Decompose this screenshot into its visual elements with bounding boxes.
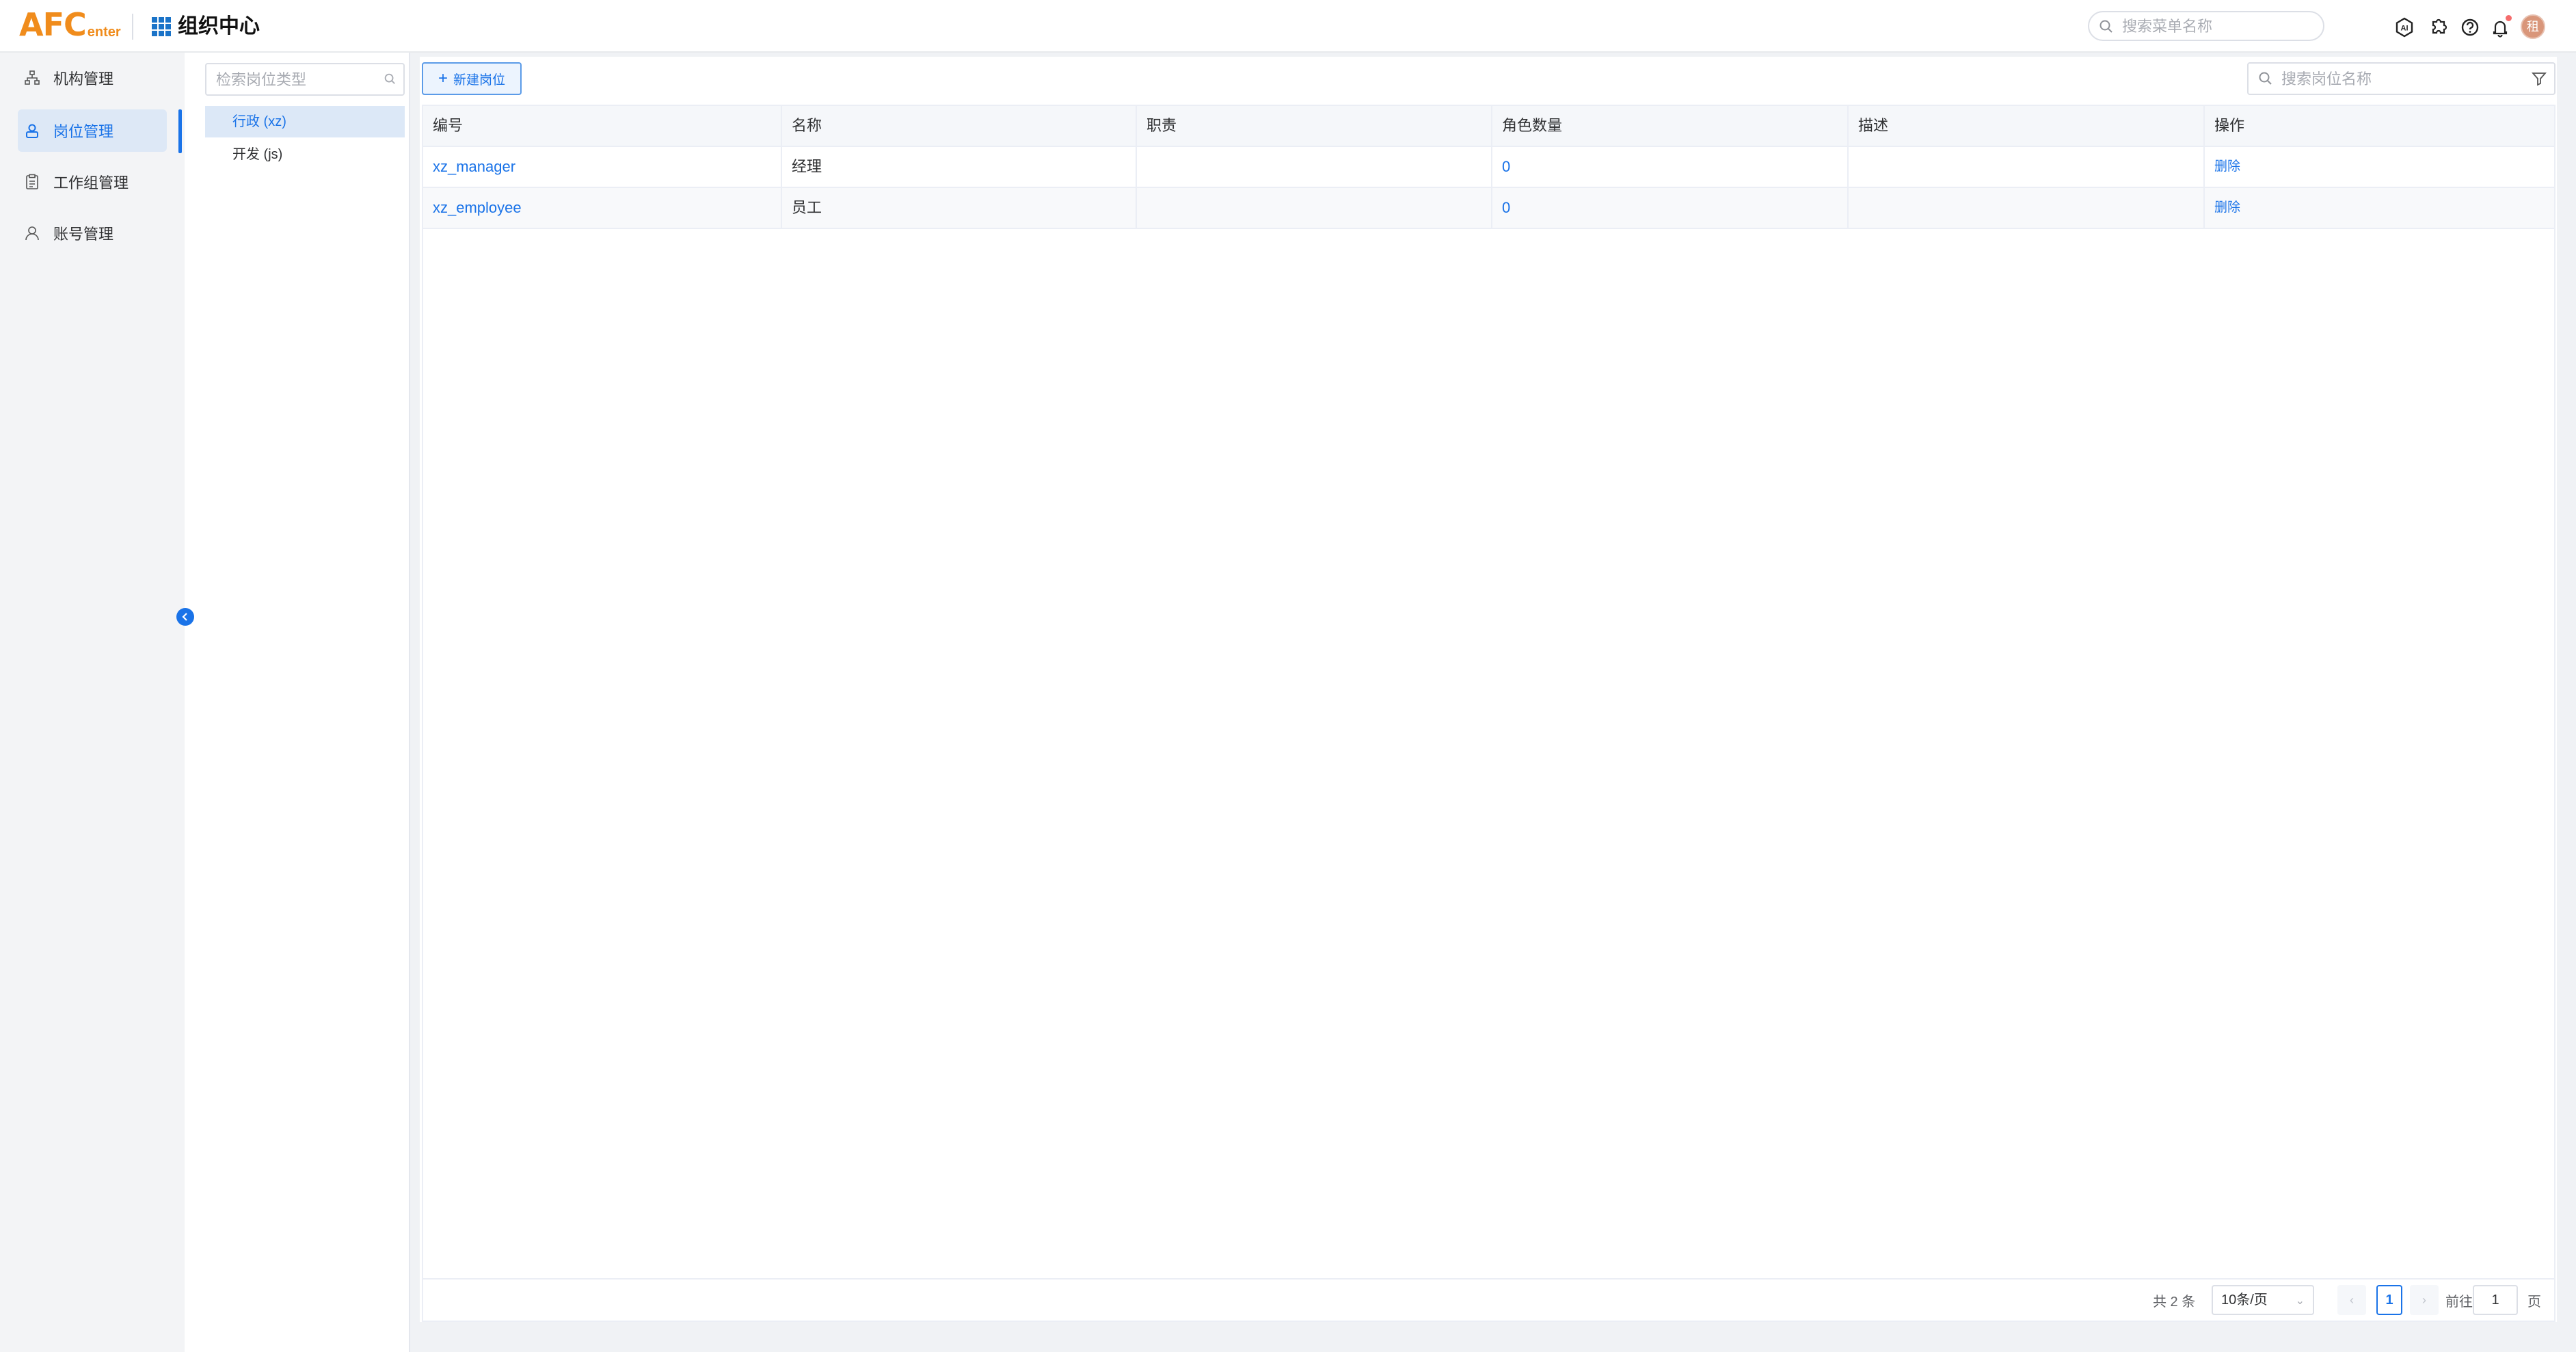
column-header-name[interactable]: 名称	[782, 106, 1137, 146]
position-code-link[interactable]: xz_employee	[423, 188, 782, 228]
notification-bell[interactable]	[2490, 15, 2512, 38]
nav-item-workgroup[interactable]: 工作组管理	[18, 161, 167, 203]
position-description	[1849, 147, 2205, 187]
position-search-box[interactable]	[2247, 62, 2555, 95]
next-page-button[interactable]: ›	[2410, 1285, 2439, 1315]
side-nav: 机构管理 岗位管理 工作组管理 账号管理	[0, 53, 185, 1352]
logo-sub-text: enter	[87, 25, 121, 40]
column-header-duty[interactable]: 职责	[1137, 106, 1492, 146]
goto-prefix: 前往	[2445, 1295, 2473, 1310]
page-size-value: 10条/页	[2221, 1293, 2268, 1308]
org-tree-icon	[22, 68, 42, 88]
goto-page-input[interactable]: 1	[2473, 1285, 2518, 1315]
column-header-code[interactable]: 编号	[423, 106, 782, 146]
position-list-card: + 新建岗位 编号 名称 职责 角色数量 描述 操作 xz_manager 经理…	[420, 57, 2557, 1322]
role-count-link[interactable]: 0	[1492, 188, 1849, 228]
position-name: 经理	[782, 147, 1137, 187]
position-duty	[1137, 188, 1492, 228]
top-header: AFC enter 组织中心 AI 租	[0, 0, 2576, 53]
header-divider	[132, 14, 133, 40]
avatar[interactable]: 租	[2521, 14, 2545, 39]
column-header-actions: 操作	[2214, 117, 2245, 134]
logo-main-text: AFC	[19, 6, 87, 43]
chevron-down-icon: ⌄	[2295, 1295, 2305, 1307]
goto-suffix: 页	[2527, 1295, 2541, 1310]
position-type-panel: 行政 (xz) 开发 (js)	[185, 53, 410, 1352]
position-code-link[interactable]: xz_manager	[423, 147, 782, 187]
search-icon	[384, 73, 395, 84]
search-icon	[2259, 72, 2272, 85]
chevron-left-icon: ‹	[2350, 1293, 2354, 1307]
ai-icon[interactable]: AI	[2394, 17, 2415, 38]
clipboard-icon	[22, 172, 42, 192]
plus-icon: +	[438, 69, 448, 88]
table-row: xz_manager 经理 0 删除	[423, 147, 2554, 188]
nav-item-org[interactable]: 机构管理	[18, 57, 167, 99]
position-name: 员工	[782, 188, 1137, 228]
type-search-box[interactable]	[205, 63, 405, 96]
notification-badge	[2506, 15, 2512, 21]
app-title: 组织中心	[178, 15, 260, 38]
delete-button[interactable]: 删除	[2205, 188, 2554, 228]
prev-page-button[interactable]: ‹	[2337, 1285, 2366, 1315]
chevron-left-icon	[182, 613, 187, 621]
nav-item-position[interactable]: 岗位管理	[18, 109, 167, 152]
position-description	[1849, 188, 2205, 228]
position-search-input[interactable]	[2281, 69, 2514, 90]
total-count: 共 2 条	[2153, 1295, 2196, 1310]
nav-active-indicator	[178, 109, 182, 153]
chevron-right-icon: ›	[2422, 1293, 2426, 1307]
table-row: xz_employee 员工 0 删除	[423, 188, 2554, 229]
nav-item-label: 机构管理	[53, 70, 114, 88]
role-count-link[interactable]: 0	[1492, 147, 1849, 187]
pagination: 共 2 条 10条/页 ⌄ ‹ 1 › 前往 1 页	[423, 1278, 2554, 1321]
filter-icon[interactable]	[2531, 70, 2547, 87]
afc-logo[interactable]: AFC enter	[19, 8, 121, 41]
page-number-current[interactable]: 1	[2376, 1285, 2402, 1315]
position-duty	[1137, 147, 1492, 187]
collapse-sidebar-button[interactable]	[176, 608, 194, 626]
nav-item-label: 账号管理	[53, 226, 114, 243]
page-size-select[interactable]: 10条/页 ⌄	[2212, 1285, 2314, 1315]
puzzle-icon[interactable]	[2428, 17, 2449, 38]
column-header-role-count[interactable]: 角色数量	[1492, 106, 1849, 146]
position-table: 编号 名称 职责 角色数量 描述 操作 xz_manager 经理 0 删除 x…	[422, 105, 2555, 1322]
menu-search-input[interactable]	[2122, 16, 2313, 37]
new-position-button[interactable]: + 新建岗位	[422, 62, 522, 95]
app-grid-icon[interactable]	[152, 17, 171, 36]
user-badge-icon	[22, 120, 42, 141]
nav-item-account[interactable]: 账号管理	[18, 212, 167, 254]
table-header: 编号 名称 职责 角色数量 描述 操作	[423, 106, 2554, 147]
nav-item-label: 岗位管理	[53, 123, 114, 140]
delete-button[interactable]: 删除	[2205, 147, 2554, 187]
type-item-js[interactable]: 开发 (js)	[205, 139, 405, 170]
type-search-input[interactable]	[216, 70, 377, 90]
help-icon[interactable]	[2460, 17, 2480, 38]
svg-text:AI: AI	[2401, 25, 2409, 33]
nav-item-label: 工作组管理	[53, 174, 129, 191]
new-position-label: 新建岗位	[453, 72, 506, 88]
type-item-xz[interactable]: 行政 (xz)	[205, 106, 405, 137]
search-icon	[2099, 20, 2112, 33]
menu-search-box[interactable]	[2088, 11, 2324, 41]
user-icon	[22, 223, 42, 243]
column-header-description[interactable]: 描述	[1849, 106, 2205, 146]
